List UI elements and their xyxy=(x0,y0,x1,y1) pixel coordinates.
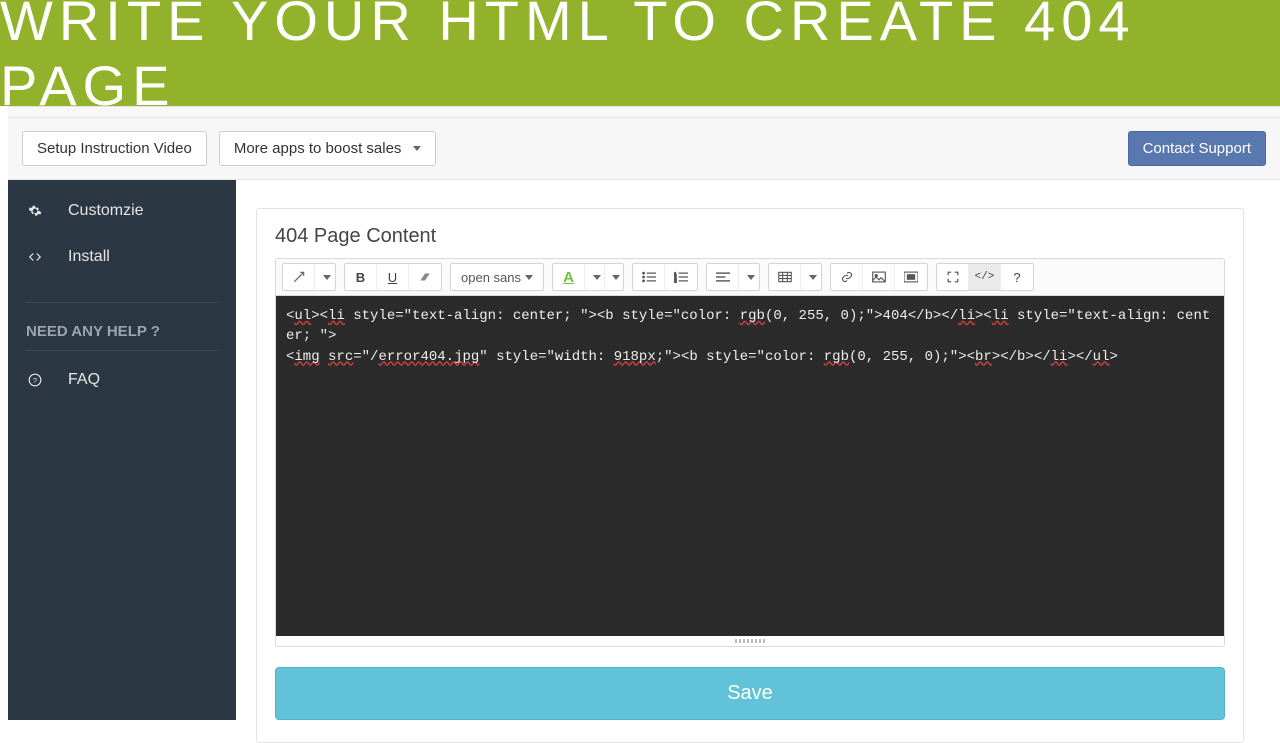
top-action-bar: Setup Instruction Video More apps to boo… xyxy=(8,118,1280,180)
contact-support-button[interactable]: Contact Support xyxy=(1128,131,1266,166)
chevron-down-icon xyxy=(612,275,620,280)
underline-button[interactable]: U xyxy=(377,264,409,290)
chevron-down-icon xyxy=(593,275,601,280)
resize-handle[interactable] xyxy=(276,636,1224,646)
font-family-label: open sans xyxy=(461,270,521,285)
sidebar-help-heading: NEED ANY HELP ? xyxy=(8,309,236,346)
chevron-down-icon xyxy=(525,275,533,280)
sidebar-item-label: FAQ xyxy=(68,371,100,389)
chevron-down-icon xyxy=(809,275,817,280)
editor-toolbar: B U open sans A xyxy=(276,259,1224,296)
sidebar-item-customize[interactable]: Customzie xyxy=(8,188,236,234)
save-button[interactable]: Save xyxy=(275,667,1225,720)
help-button[interactable]: ? xyxy=(1001,264,1033,290)
ordered-list-button[interactable]: 123 xyxy=(665,264,697,290)
font-family-dropdown[interactable]: open sans xyxy=(451,264,543,290)
table-button[interactable] xyxy=(769,264,801,290)
content-panel: 404 Page Content B U xyxy=(256,208,1244,743)
sidebar-item-install[interactable]: Install xyxy=(8,234,236,280)
video-button[interactable] xyxy=(895,264,927,290)
chevron-down-icon xyxy=(747,275,755,280)
main-content: 404 Page Content B U xyxy=(236,180,1280,720)
chevron-down-icon xyxy=(413,146,421,151)
align-dropdown[interactable] xyxy=(739,264,759,290)
image-button[interactable] xyxy=(863,264,895,290)
banner: WRITE YOUR HTML TO CREATE 404 PAGE xyxy=(0,0,1280,106)
setup-video-button[interactable]: Setup Instruction Video xyxy=(22,131,207,166)
text-color-button[interactable]: A xyxy=(553,264,585,290)
code-textarea[interactable]: <ul><li style="text-align: center; "><b … xyxy=(276,296,1224,636)
more-apps-label: More apps to boost sales xyxy=(234,140,402,157)
sidebar-item-faq[interactable]: ? FAQ xyxy=(8,357,236,403)
align-button[interactable] xyxy=(707,264,739,290)
code-icon xyxy=(26,250,44,264)
question-circle-icon: ? xyxy=(26,373,44,387)
rich-text-editor: B U open sans A xyxy=(275,258,1225,647)
bg-color-dropdown[interactable] xyxy=(605,264,623,290)
more-apps-dropdown[interactable]: More apps to boost sales xyxy=(219,131,437,166)
sidebar-item-label: Customzie xyxy=(68,202,144,220)
sidebar-divider xyxy=(26,350,218,351)
wand-button[interactable] xyxy=(283,264,315,290)
fullscreen-button[interactable] xyxy=(937,264,969,290)
svg-text:3: 3 xyxy=(674,279,677,283)
sidebar-divider xyxy=(26,302,218,303)
sidebar: Customzie Install NEED ANY HELP ? ? FAQ xyxy=(8,180,236,720)
main-layout: Customzie Install NEED ANY HELP ? ? FAQ … xyxy=(8,180,1280,720)
wand-dropdown[interactable] xyxy=(315,264,335,290)
gear-icon xyxy=(26,204,44,218)
unordered-list-button[interactable] xyxy=(633,264,665,290)
text-color-dropdown[interactable] xyxy=(585,264,605,290)
svg-text:?: ? xyxy=(33,376,37,385)
eraser-button[interactable] xyxy=(409,264,441,290)
table-dropdown[interactable] xyxy=(801,264,821,290)
bold-button[interactable]: B xyxy=(345,264,377,290)
link-button[interactable] xyxy=(831,264,863,290)
sidebar-item-label: Install xyxy=(68,248,110,266)
panel-title: 404 Page Content xyxy=(275,225,1225,248)
code-view-button[interactable]: </> xyxy=(969,264,1001,290)
banner-title: WRITE YOUR HTML TO CREATE 404 PAGE xyxy=(0,0,1280,118)
chevron-down-icon xyxy=(323,275,331,280)
